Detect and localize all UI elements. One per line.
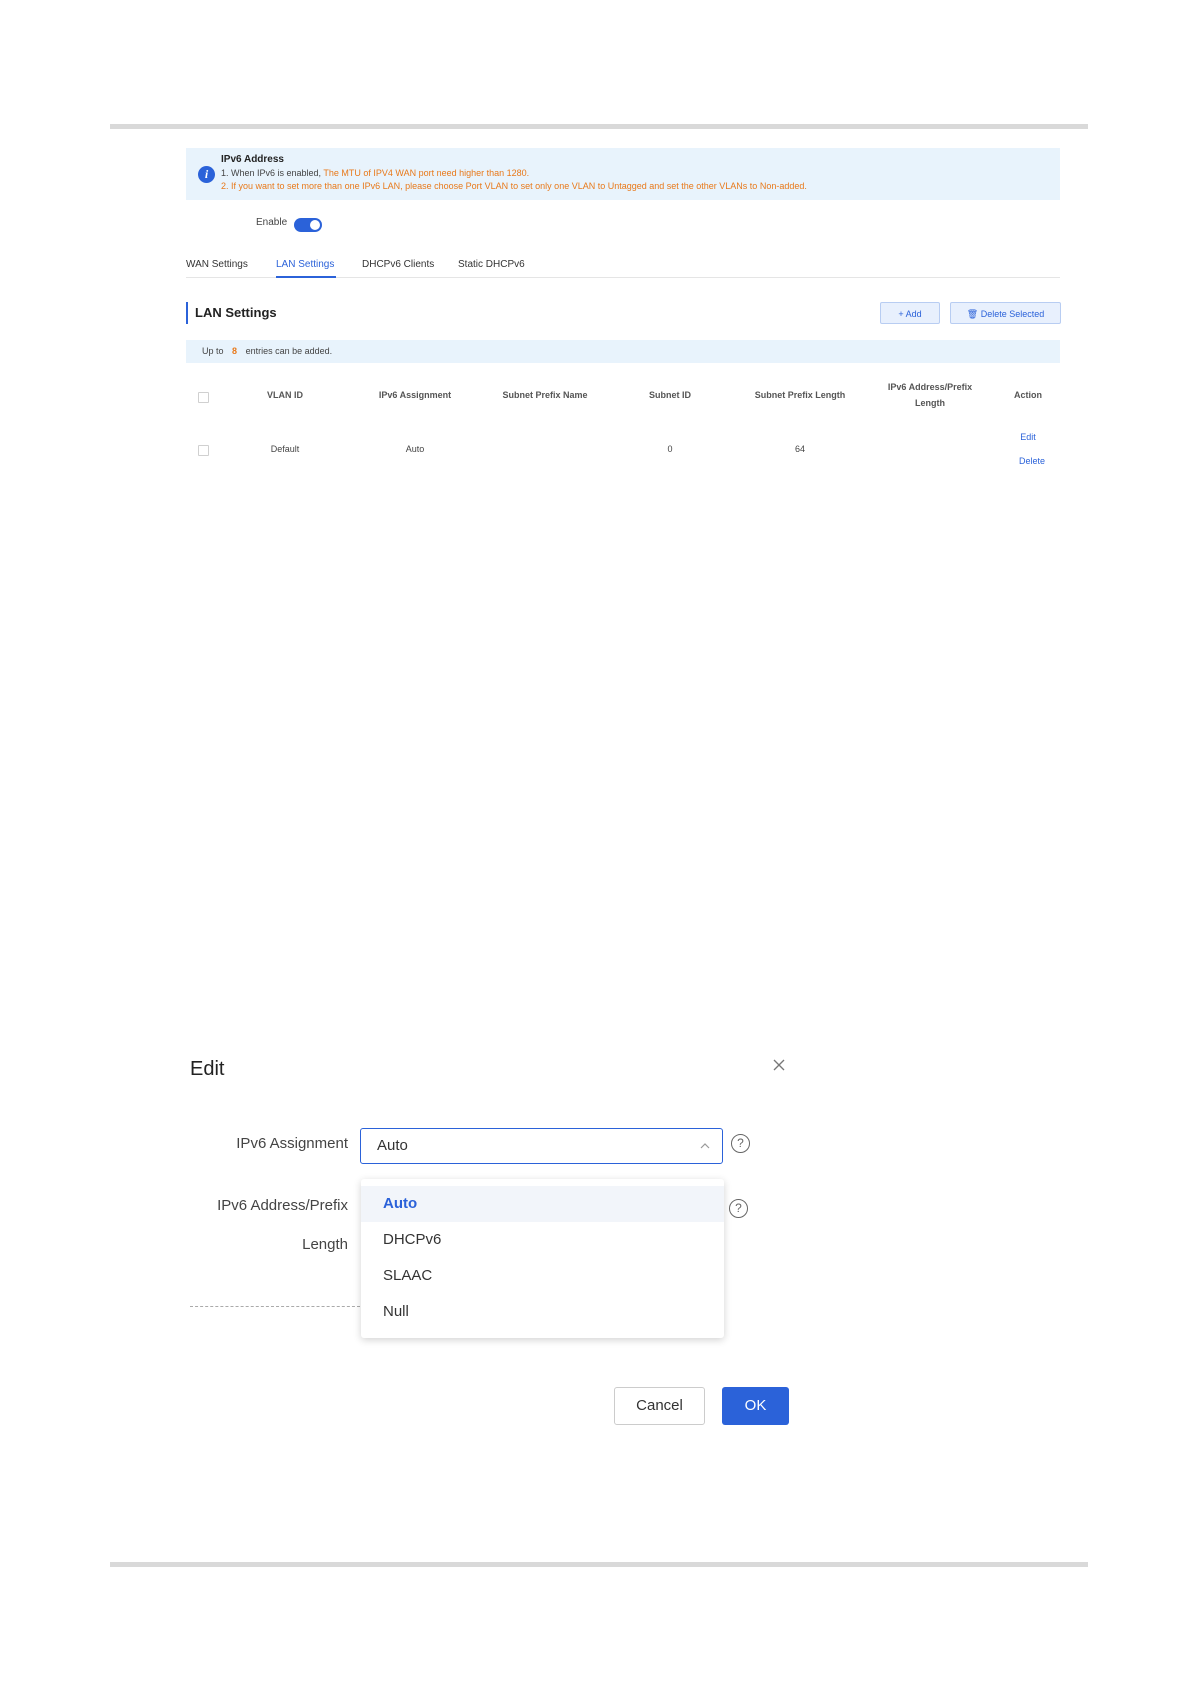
edit-link[interactable]: Edit [1000,432,1056,442]
tab-dhcpv6-clients[interactable]: DHCPv6 Clients [362,259,434,270]
tab-lan-settings[interactable]: LAN Settings [276,259,334,270]
top-rule [110,124,1088,129]
delete-selected-button[interactable]: 🗑 Delete Selected [950,302,1061,324]
banner-line-1-prefix: 1. When IPv6 is enabled, [221,168,324,178]
row-checkbox[interactable] [198,445,209,456]
select-all-checkbox[interactable] [198,392,209,403]
banner-line-1: 1. When IPv6 is enabled, The MTU of IPV4… [221,166,529,180]
option-slaac[interactable]: SLAAC [361,1258,724,1294]
enable-label: Enable [256,217,288,228]
section-divider [190,1306,360,1307]
header-action: Action [1014,390,1042,400]
header-subnet-id: Subnet ID [649,390,691,400]
add-button[interactable]: + Add [880,302,940,324]
option-null[interactable]: Null [361,1294,724,1330]
header-ipv6-assignment: IPv6 Assignment [378,390,452,400]
ok-button[interactable]: OK [722,1387,789,1425]
limit-prefix: Up to [202,346,224,356]
section-accent-bar [186,302,188,324]
tab-wan-settings[interactable]: WAN Settings [186,259,248,270]
ipv6-address-label-line2: Length [302,1236,348,1253]
address-help-icon[interactable]: ? [729,1199,748,1218]
cancel-button[interactable]: Cancel [614,1387,705,1425]
banner-title: IPv6 Address [221,154,284,165]
entry-limit-notice: Up to 8 entries can be added. [186,340,1060,363]
info-banner: i IPv6 Address 1. When IPv6 is enabled, … [186,148,1060,200]
info-icon: i [198,166,215,183]
ipv6-assignment-label: IPv6 Assignment [236,1135,348,1152]
banner-line-2: 2. If you want to set more than one IPv6… [221,181,807,191]
close-icon[interactable] [771,1057,787,1073]
header-subnet-prefix-name: Subnet Prefix Name [502,390,588,400]
enable-toggle[interactable] [294,218,322,232]
header-length: Length [915,398,945,408]
cell-ipv6-assignment: Auto [405,444,425,454]
ipv6-address-label-line1: IPv6 Address/Prefix [217,1197,348,1214]
tab-bar: WAN Settings LAN Settings DHCPv6 Clients… [186,257,1060,278]
section-title: LAN Settings [195,305,277,320]
option-auto[interactable]: Auto [361,1186,724,1222]
limit-value: 8 [232,346,238,356]
active-tab-indicator [276,276,336,278]
header-ipv6-address-prefix: IPv6 Address/Prefix [887,382,973,392]
assignment-help-icon[interactable]: ? [731,1134,750,1153]
ipv6-assignment-select[interactable]: Auto [360,1128,723,1164]
option-dhcpv6[interactable]: DHCPv6 [361,1222,724,1258]
assignment-dropdown-menu: Auto DHCPv6 SLAAC Null [361,1179,724,1338]
cell-subnet-prefix-length: 64 [794,444,805,454]
header-subnet-prefix-length: Subnet Prefix Length [754,390,846,400]
tab-static-dhcpv6[interactable]: Static DHCPv6 [458,259,525,270]
cell-subnet-id: 0 [667,444,673,454]
delete-link[interactable]: Delete [1004,456,1060,466]
toggle-knob [310,220,320,230]
header-vlan-id: VLAN ID [267,390,303,400]
dialog-title: Edit [190,1058,225,1080]
banner-line-1-highlight: The MTU of IPV4 WAN port need higher tha… [323,168,530,178]
bottom-rule [110,1562,1088,1567]
ipv6-assignment-value: Auto [377,1137,408,1154]
cell-vlan-id: Default [270,444,300,454]
limit-suffix: entries can be added. [245,346,333,356]
chevron-up-icon [700,1143,710,1149]
